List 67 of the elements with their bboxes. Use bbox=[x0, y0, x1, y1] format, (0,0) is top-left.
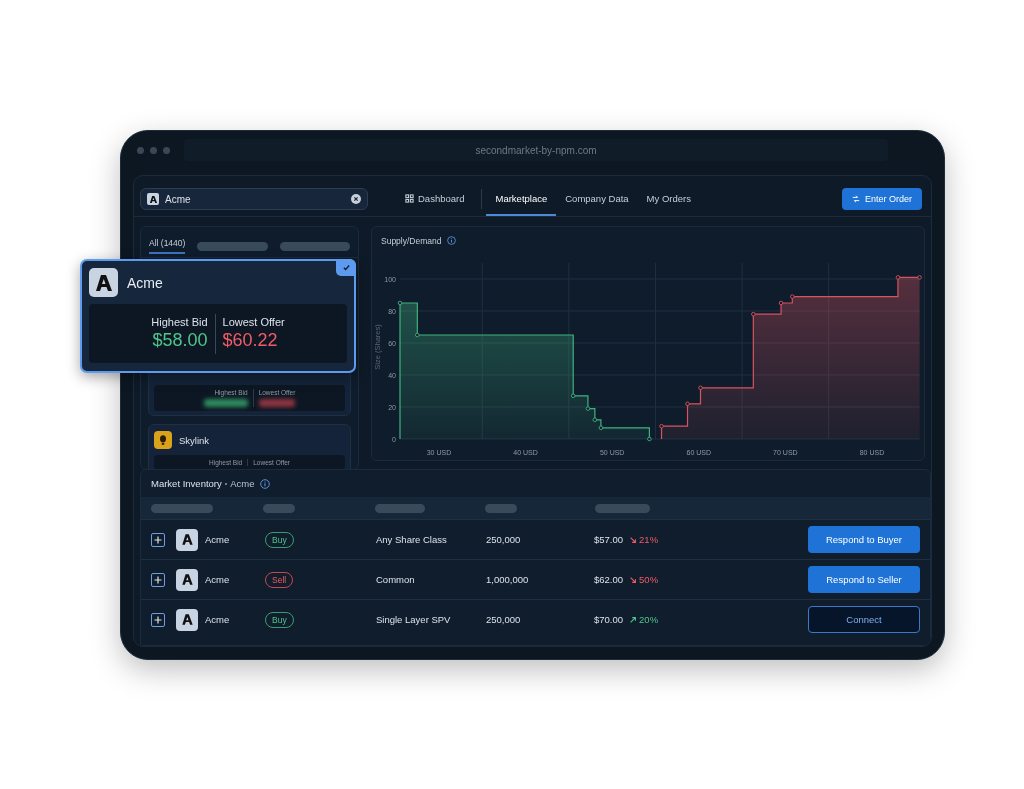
quantity: 250,000 bbox=[486, 614, 521, 625]
price: $57.00 bbox=[594, 534, 624, 545]
info-icon[interactable] bbox=[447, 236, 457, 245]
info-icon[interactable] bbox=[259, 478, 270, 489]
trend-arrow-icon bbox=[629, 615, 638, 624]
acme-logo-icon bbox=[89, 268, 118, 297]
expand-icon[interactable] bbox=[151, 572, 165, 587]
share-class: Single Layer SPV bbox=[376, 614, 451, 625]
price-label: Lowest Offer bbox=[222, 316, 285, 328]
action-button[interactable]: Connect bbox=[808, 606, 920, 633]
search-field[interactable]: Acme bbox=[140, 188, 368, 210]
expand-icon[interactable] bbox=[151, 612, 165, 627]
acme-logo-icon bbox=[147, 193, 159, 205]
acme-logo-icon bbox=[176, 528, 198, 551]
filter-tab[interactable]: All (1440) bbox=[149, 238, 186, 254]
nav-tab[interactable]: My Orders bbox=[637, 182, 700, 216]
nav-tab[interactable]: Dashboard bbox=[396, 182, 474, 216]
chart-title: Supply/Demand bbox=[381, 235, 442, 246]
price: $62.00 bbox=[594, 574, 624, 585]
clear-icon[interactable] bbox=[351, 194, 361, 204]
balloon-logo-icon bbox=[154, 431, 172, 449]
company-name: Acme bbox=[127, 274, 163, 291]
placeholder-bar bbox=[595, 503, 650, 513]
company-name: Acme bbox=[205, 574, 230, 585]
url-text: secondmarket-by-npm.com bbox=[475, 144, 597, 156]
quantity: 1,000,000 bbox=[486, 574, 529, 585]
acme-logo-icon bbox=[176, 608, 198, 631]
nav-tab[interactable]: Marketplace bbox=[486, 182, 557, 216]
window-dot[interactable] bbox=[150, 146, 157, 154]
placeholder-bar bbox=[197, 241, 269, 251]
lowest-offer-price: $60.22 bbox=[222, 330, 279, 351]
blurred-price bbox=[203, 399, 248, 407]
company-name: Acme bbox=[205, 614, 230, 625]
company-preview-tooltip[interactable]: Acme Highest Bid $58.00 Lowest Offer $60.22 bbox=[80, 259, 356, 373]
action-button[interactable]: Respond to Buyer bbox=[808, 526, 920, 553]
company-name: Acme bbox=[230, 478, 255, 489]
price-change: 21% bbox=[629, 534, 659, 545]
trend-arrow-icon bbox=[629, 535, 638, 544]
company-name: Acme bbox=[205, 534, 230, 545]
acme-logo-icon bbox=[176, 568, 198, 591]
expand-icon[interactable] bbox=[151, 532, 165, 547]
blurred-price bbox=[258, 399, 295, 407]
share-class: Any Share Class bbox=[376, 534, 447, 545]
company-name: Skylink bbox=[179, 434, 210, 446]
quantity: 250,000 bbox=[486, 534, 521, 545]
placeholder-bar bbox=[375, 503, 425, 513]
panel-title: Market Inventory bbox=[151, 478, 222, 489]
enter-order-button[interactable]: Enter Order bbox=[841, 188, 922, 210]
swap-icon bbox=[851, 195, 860, 203]
trend-arrow-icon bbox=[629, 575, 638, 584]
checkmark-icon[interactable] bbox=[336, 259, 356, 276]
placeholder-bar bbox=[263, 503, 295, 513]
price-change: 20% bbox=[629, 614, 659, 625]
address-bar[interactable]: secondmarket-by-npm.com bbox=[184, 139, 888, 161]
action-button[interactable]: Respond to Seller bbox=[808, 566, 920, 593]
placeholder-bar bbox=[280, 241, 350, 251]
price: $70.00 bbox=[594, 614, 624, 625]
highest-bid-price: $58.00 bbox=[152, 330, 208, 351]
grid-icon bbox=[405, 193, 414, 203]
price-change: 50% bbox=[629, 574, 659, 585]
price-label: Highest Bid bbox=[151, 316, 208, 328]
window-dot[interactable] bbox=[163, 146, 170, 154]
window-dot[interactable] bbox=[137, 146, 144, 154]
nav-tab[interactable]: Company Data bbox=[556, 182, 638, 216]
placeholder-bar bbox=[151, 503, 213, 513]
placeholder-bar bbox=[485, 503, 517, 513]
share-class: Common bbox=[376, 574, 415, 585]
